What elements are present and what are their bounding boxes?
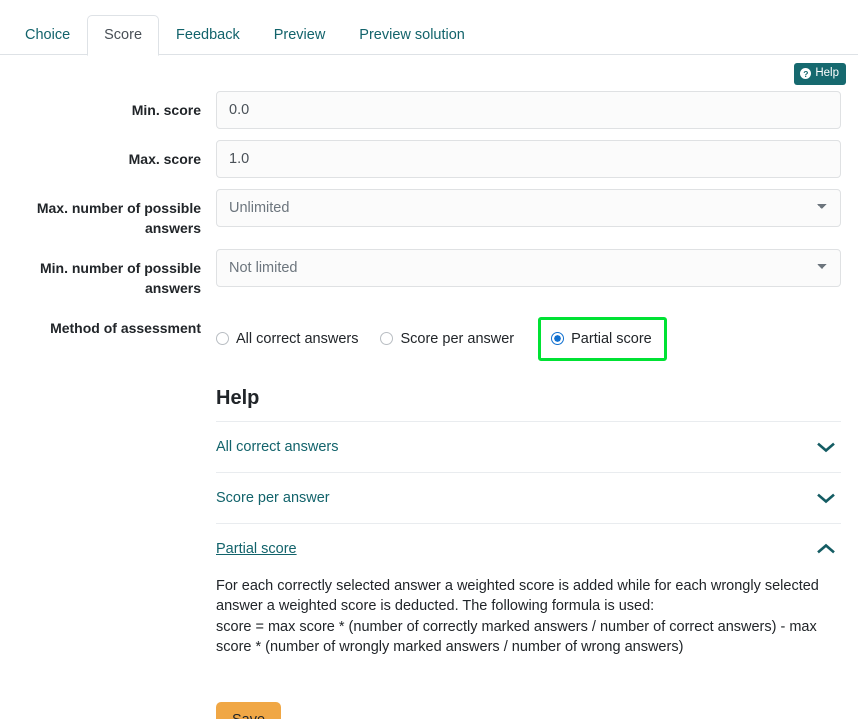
save-button-container: Save [216,676,858,719]
radio-all-correct-answers[interactable]: All correct answers [216,329,358,349]
accordion-item-all-correct-answers: All correct answers [216,421,841,472]
radio-partial-score[interactable]: Partial score [538,317,667,361]
score-settings-form: Min. score Max. score Max. number of pos… [0,85,858,361]
radio-label-partial-score: Partial score [571,329,652,349]
tab-bar: Choice Score Feedback Preview Preview so… [0,0,858,55]
chevron-down-icon [815,440,837,454]
chevron-up-icon [815,542,837,556]
accordion-label-score-per-answer: Score per answer [216,488,330,508]
save-button[interactable]: Save [216,702,281,719]
tab-score[interactable]: Score [87,15,159,56]
tab-feedback[interactable]: Feedback [159,15,257,56]
radio-score-per-answer[interactable]: Score per answer [380,329,514,349]
partial-score-formula: score = max score * (number of correctly… [216,617,841,658]
min-score-label: Min. score [8,91,216,120]
accordion-header-score-per-answer[interactable]: Score per answer [216,473,841,523]
chevron-down-icon [815,491,837,505]
row-min-answers: Min. number of possible answers Not limi… [8,249,850,298]
max-answers-select[interactable]: Unlimited [216,189,841,227]
row-max-score: Max. score [8,140,850,178]
radio-indicator-checked [551,332,564,345]
max-score-input[interactable] [216,140,841,178]
accordion-item-score-per-answer: Score per answer [216,472,841,523]
partial-score-description: For each correctly selected answer a wei… [216,576,841,617]
accordion-item-partial-score: Partial score For each correctly selecte… [216,523,841,676]
min-answers-label: Min. number of possible answers [8,249,216,298]
help-badge-button[interactable]: ? Help [794,63,846,85]
accordion-body-partial-score: For each correctly selected answer a wei… [216,574,841,676]
max-score-label: Max. score [8,140,216,169]
accordion-header-all-correct-answers[interactable]: All correct answers [216,422,841,472]
row-method-of-assessment: Method of assessment All correct answers… [8,309,850,361]
method-of-assessment-label: Method of assessment [8,309,216,338]
row-min-score: Min. score [8,91,850,129]
radio-label-score-per-answer: Score per answer [400,329,514,349]
accordion-header-partial-score[interactable]: Partial score [216,524,841,574]
tab-choice[interactable]: Choice [8,15,87,56]
max-answers-label: Max. number of possible answers [8,189,216,238]
help-badge-bar: ? Help [0,55,858,85]
accordion-label-partial-score: Partial score [216,539,297,559]
help-badge-label: Help [815,68,839,80]
radio-indicator-unchecked [216,332,229,345]
radio-label-all-correct-answers: All correct answers [236,329,358,349]
radio-indicator-unchecked [380,332,393,345]
help-section-title: Help [216,386,841,410]
help-section: Help All correct answers Score per answe… [216,372,841,676]
tab-preview-solution[interactable]: Preview solution [342,15,482,56]
accordion-label-all-correct-answers: All correct answers [216,437,338,457]
min-answers-select[interactable]: Not limited [216,249,841,287]
question-circle-icon: ? [800,68,811,79]
min-score-input[interactable] [216,91,841,129]
tab-preview[interactable]: Preview [257,15,343,56]
method-radio-group: All correct answers Score per answer Par… [216,309,841,361]
row-max-answers: Max. number of possible answers Unlimite… [8,189,850,238]
